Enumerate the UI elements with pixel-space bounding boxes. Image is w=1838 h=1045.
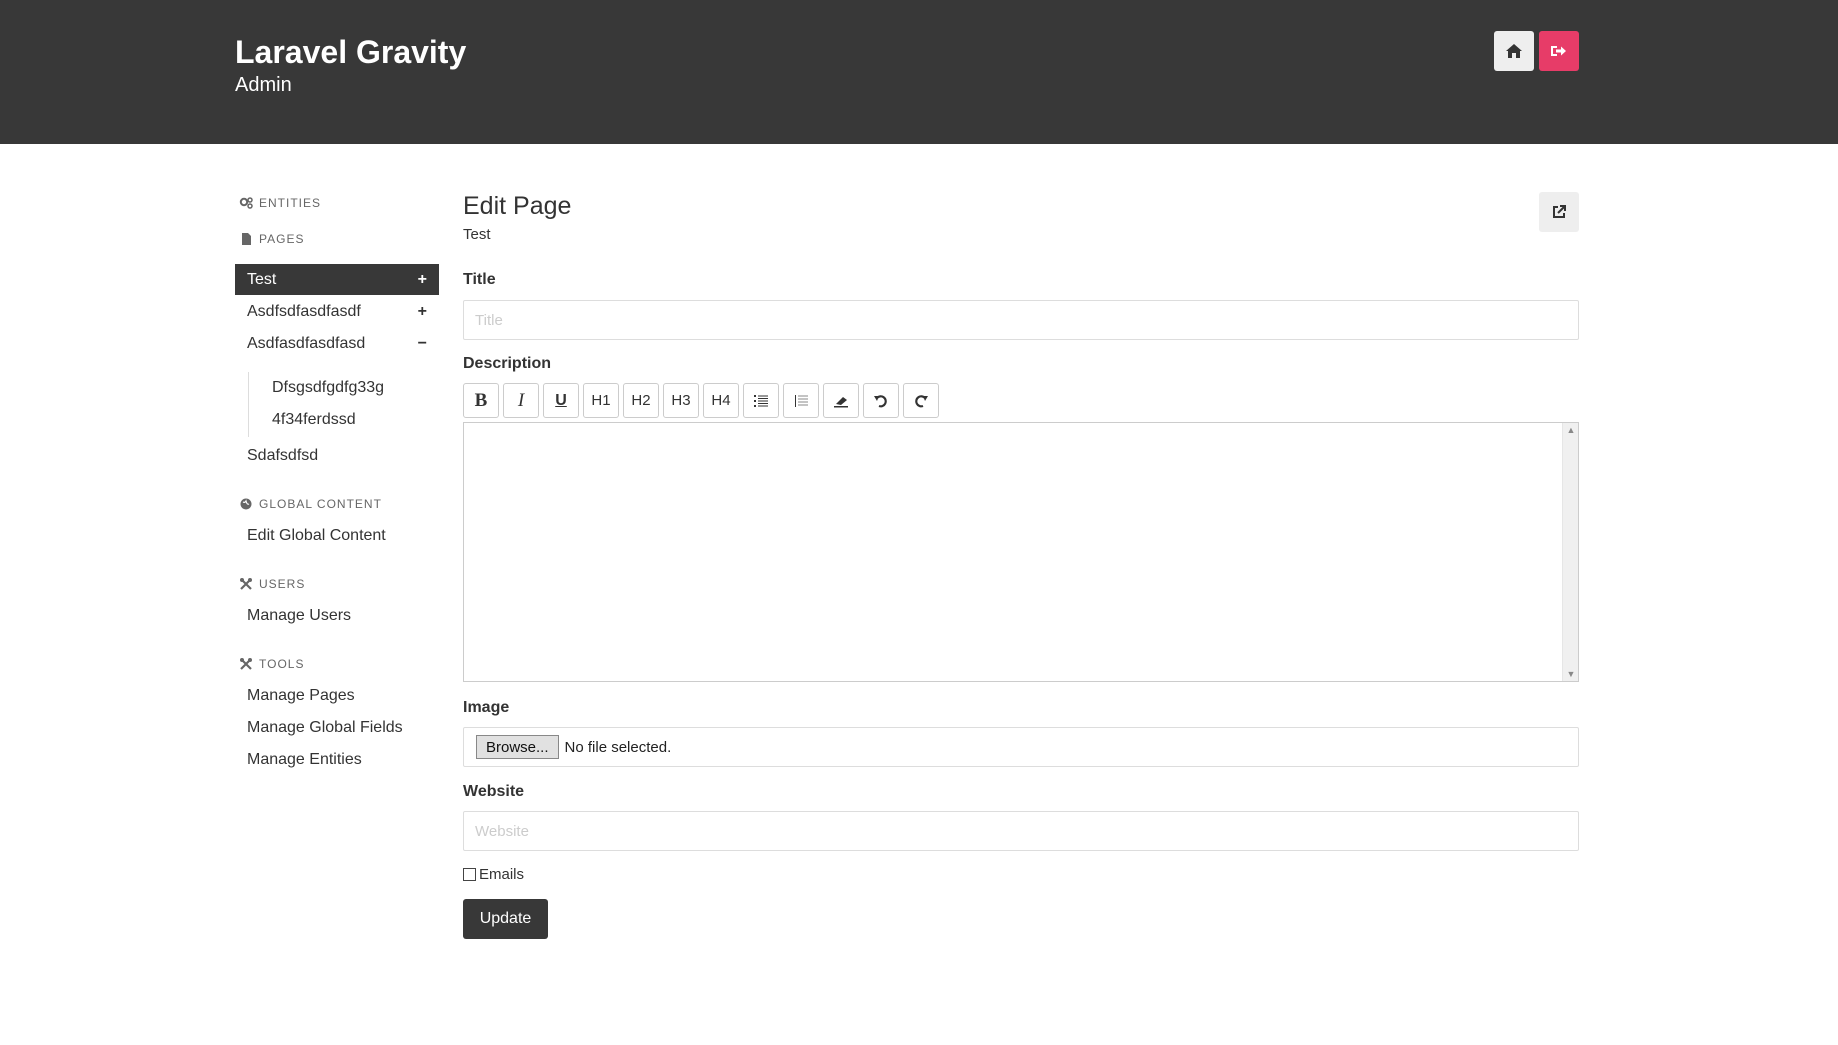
sidebar-section-global-content: GLOBAL CONTENT — [239, 497, 382, 511]
file-status: No file selected. — [564, 738, 672, 756]
sidebar-item-label: Test — [247, 270, 277, 288]
title-input[interactable] — [463, 300, 1579, 340]
scroll-down-icon[interactable]: ▼ — [1563, 667, 1579, 681]
underline-button[interactable]: U — [543, 383, 579, 418]
sidebar-item-manage-users[interactable]: Manage Users — [235, 600, 439, 631]
sidebar-item-label: Manage Users — [247, 606, 352, 624]
eraser-icon — [834, 396, 848, 407]
redo-button[interactable] — [903, 383, 939, 418]
scroll-up-icon[interactable]: ▲ — [1563, 423, 1579, 437]
redo-icon — [915, 394, 928, 407]
section-label: TOOLS — [259, 657, 305, 671]
sidebar-subitem-4f34ferdssd[interactable]: 4f34ferdssd — [272, 411, 356, 429]
file-icon — [242, 233, 251, 245]
description-editor[interactable]: ▲ ▼ — [463, 422, 1579, 682]
emails-checkbox-row[interactable]: Emails — [463, 866, 524, 883]
subpage-divider — [248, 372, 249, 437]
sign-out-icon — [1551, 46, 1566, 56]
update-button[interactable]: Update — [463, 899, 548, 939]
sidebar-item-label: Edit Global Content — [247, 526, 386, 544]
clear-format-button[interactable] — [823, 383, 859, 418]
section-label: USERS — [259, 577, 306, 591]
browse-button[interactable]: Browse... — [476, 735, 559, 759]
sidebar-item-sdafsdfsd[interactable]: Sdafsdfsd — [235, 440, 439, 471]
open-external-button[interactable] — [1539, 192, 1579, 232]
sidebar-item-manage-pages[interactable]: Manage Pages — [235, 680, 439, 711]
sidebar-item-manage-global-fields[interactable]: Manage Global Fields — [235, 712, 439, 743]
unordered-list-button[interactable] — [743, 383, 779, 418]
bold-button[interactable]: B — [463, 383, 499, 418]
sidebar-item-label: Manage Pages — [247, 686, 355, 704]
undo-button[interactable] — [863, 383, 899, 418]
page-title: Edit Page — [463, 192, 572, 220]
sidebar-section-users: USERS — [239, 577, 305, 591]
h3-button[interactable]: H3 — [663, 383, 699, 418]
sidebar-item-label: Manage Global Fields — [247, 718, 403, 736]
wrench-icon — [240, 578, 252, 590]
title-label: Title — [463, 271, 496, 288]
sidebar-item-asdfasdfasdfasd[interactable]: Asdfasdfasdfasd − — [235, 328, 439, 359]
website-input[interactable] — [463, 811, 1579, 851]
home-icon — [1506, 44, 1522, 58]
sidebar-section-tools: TOOLS — [239, 657, 304, 671]
home-button[interactable] — [1494, 31, 1534, 71]
image-file-input[interactable]: Browse... No file selected. — [463, 727, 1579, 767]
h4-button[interactable]: H4 — [703, 383, 739, 418]
unordered-list-icon — [754, 394, 768, 407]
section-label: PAGES — [259, 232, 305, 246]
top-header: Laravel Gravity Admin — [0, 0, 1838, 144]
sidebar-item-edit-global-content[interactable]: Edit Global Content — [235, 520, 439, 551]
expand-toggle[interactable]: + — [418, 271, 427, 289]
sidebar-section-pages: PAGES — [239, 232, 304, 246]
ordered-list-button[interactable] — [783, 383, 819, 418]
external-link-icon — [1553, 205, 1566, 218]
logout-button[interactable] — [1539, 31, 1579, 71]
description-label: Description — [463, 355, 552, 372]
ordered-list-icon — [795, 394, 808, 407]
expand-toggle[interactable]: + — [418, 303, 427, 321]
globe-icon — [240, 498, 252, 510]
emails-label: Emails — [479, 866, 525, 883]
brand-subtitle: Admin — [235, 74, 292, 96]
sidebar-item-test[interactable]: Test + — [235, 264, 439, 295]
emails-checkbox[interactable] — [463, 868, 476, 881]
editor-toolbar: B I U H1 H2 H3 H4 — [463, 383, 939, 418]
sidebar-item-asdfsdfasdfasdf[interactable]: Asdfsdfasdfasdf + — [235, 296, 439, 327]
page-subtitle: Test — [463, 226, 491, 243]
website-label: Website — [463, 783, 525, 800]
italic-button[interactable]: I — [503, 383, 539, 418]
sidebar-item-label: Manage Entities — [247, 750, 362, 768]
sidebar-section-entities: ENTITIES — [239, 196, 321, 210]
sidebar-item-label: Asdfasdfasdfasd — [247, 334, 366, 352]
sidebar-item-manage-entities[interactable]: Manage Entities — [235, 744, 439, 775]
sidebar-subitem-dfsgsdfgdfg33g[interactable]: Dfsgsdfgdfg33g — [272, 379, 384, 397]
section-label: GLOBAL CONTENT — [259, 497, 382, 511]
undo-icon — [874, 394, 887, 407]
h1-button[interactable]: H1 — [583, 383, 619, 418]
sidebar-item-label: Asdfsdfasdfasdf — [247, 302, 361, 320]
section-label: ENTITIES — [259, 196, 322, 210]
wrench-icon — [240, 658, 252, 670]
editor-scrollbar[interactable]: ▲ ▼ — [1562, 423, 1578, 681]
cogs-icon — [239, 197, 253, 209]
sidebar-item-label: Sdafsdfsd — [247, 446, 319, 464]
brand-title[interactable]: Laravel Gravity — [235, 34, 466, 71]
h2-button[interactable]: H2 — [623, 383, 659, 418]
image-label: Image — [463, 699, 510, 716]
collapse-toggle[interactable]: − — [418, 335, 427, 353]
